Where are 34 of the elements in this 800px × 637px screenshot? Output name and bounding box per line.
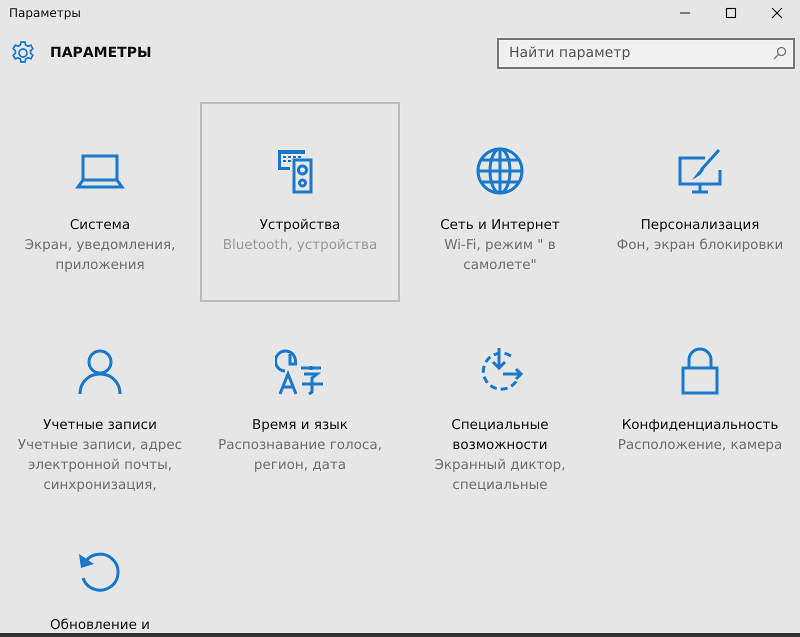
tile-description: Wi-Fi, режим " в самолете" xyxy=(443,236,557,275)
close-icon xyxy=(771,7,783,19)
settings-tile[interactable]: Обновление и xyxy=(0,502,200,633)
settings-tile[interactable]: Специальные возможности Экранный диктор, специальные xyxy=(400,302,600,502)
settings-tile[interactable]: Устройства Bluetooth, устройства xyxy=(200,102,400,302)
tile-title: Персонализация xyxy=(640,216,760,235)
tile-description: Фон, экран блокировки xyxy=(616,236,784,255)
tile-title: Специальные возможности xyxy=(450,416,550,455)
tile-title: Время и язык xyxy=(251,416,349,435)
window-title: Параметры xyxy=(9,5,81,22)
maximize-icon xyxy=(725,7,737,19)
tile-title: Обновление и xyxy=(49,616,151,633)
settings-tile[interactable]: Время и язык Распознавание голоса, регион, дата xyxy=(200,302,400,502)
tile-title: Устройства xyxy=(258,216,342,235)
tile-description: Учетные записи, адрес электронной почты, синхронизация, xyxy=(16,436,184,495)
settings-tile[interactable]: Система Экран, уведомления, приложения xyxy=(0,102,200,302)
settings-tile[interactable]: Учетные записи Учетные записи, адрес электронной почты, синхронизация, xyxy=(0,302,200,502)
tile-description: Bluetooth, устройства xyxy=(222,236,378,255)
globe-icon xyxy=(475,146,525,196)
search-field[interactable]: Найти параметр xyxy=(497,38,795,68)
tile-description: Экранный диктор, специальные xyxy=(433,456,567,495)
tile-title: Конфиденциальность xyxy=(620,416,780,435)
search-icon xyxy=(773,46,787,60)
tile-title: Учетные записи xyxy=(42,416,158,435)
tile-description: Распознавание голоса, регион, дата xyxy=(217,436,383,475)
settings-tile[interactable]: Сеть и Интернет Wi-Fi, режим " в самолете" xyxy=(400,102,600,302)
settings-tile[interactable]: Конфиденциальность Расположение, камера xyxy=(600,302,800,502)
settings-icon xyxy=(10,40,36,66)
tile-title: Система xyxy=(68,216,132,235)
tile-description: Расположение, камера xyxy=(616,436,784,455)
tile-description: Экран, уведомления, приложения xyxy=(24,236,176,275)
settings-tile[interactable]: Персонализация Фон, экран блокировки xyxy=(600,102,800,302)
app-title: ПАРАМЕТРЫ xyxy=(50,44,152,62)
tile-title: Сеть и Интернет xyxy=(439,216,561,235)
